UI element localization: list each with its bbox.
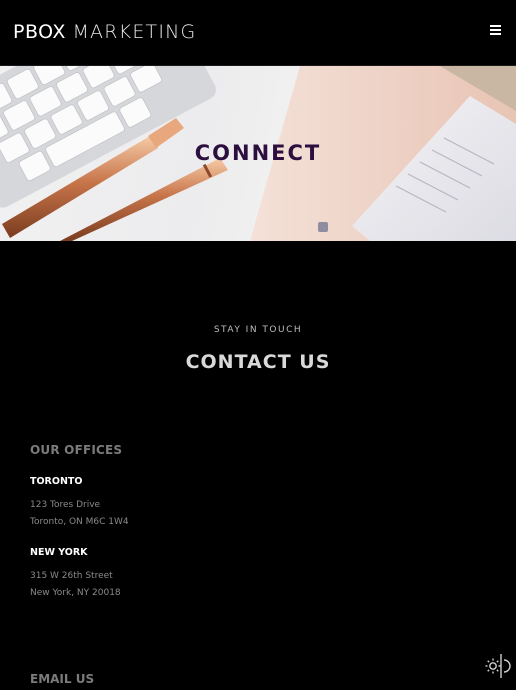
- hamburger-icon-line: [490, 33, 501, 35]
- hamburger-icon-line: [490, 25, 501, 27]
- offices-heading: OUR OFFICES: [30, 443, 123, 457]
- hero-title: CONNECT: [194, 141, 322, 165]
- logo-word-marketing: MARKETING: [72, 21, 197, 43]
- office-address-line: 123 Tores Drive: [30, 500, 101, 510]
- keyboard-image: [0, 66, 216, 208]
- menu-button[interactable]: [490, 25, 502, 36]
- office-address-line: 315 W 26th Street: [30, 571, 113, 581]
- office-address-line: New York, NY 20018: [30, 588, 121, 598]
- hamburger-icon-line: [490, 29, 501, 31]
- site-header: PBOX MARKETING: [0, 0, 516, 66]
- site-logo[interactable]: PBOX MARKETING: [13, 20, 196, 44]
- office-name: TORONTO: [30, 476, 83, 487]
- office-name: NEW YORK: [30, 547, 88, 558]
- hero-banner: CONNECT: [0, 66, 516, 241]
- page: PBOX MARKETING CONNECT STAY IN TOUCH CON…: [0, 0, 516, 690]
- theme-toggle-button[interactable]: [484, 652, 514, 680]
- logo-word-pbox: PBOX: [13, 21, 66, 43]
- contact-title: CONTACT US: [185, 351, 331, 373]
- section-kicker: STAY IN TOUCH: [213, 325, 303, 335]
- office-address-line: Toronto, ON M6C 1W4: [30, 517, 129, 527]
- sun-moon-icon: [485, 654, 511, 678]
- email-heading: EMAIL US: [30, 672, 95, 686]
